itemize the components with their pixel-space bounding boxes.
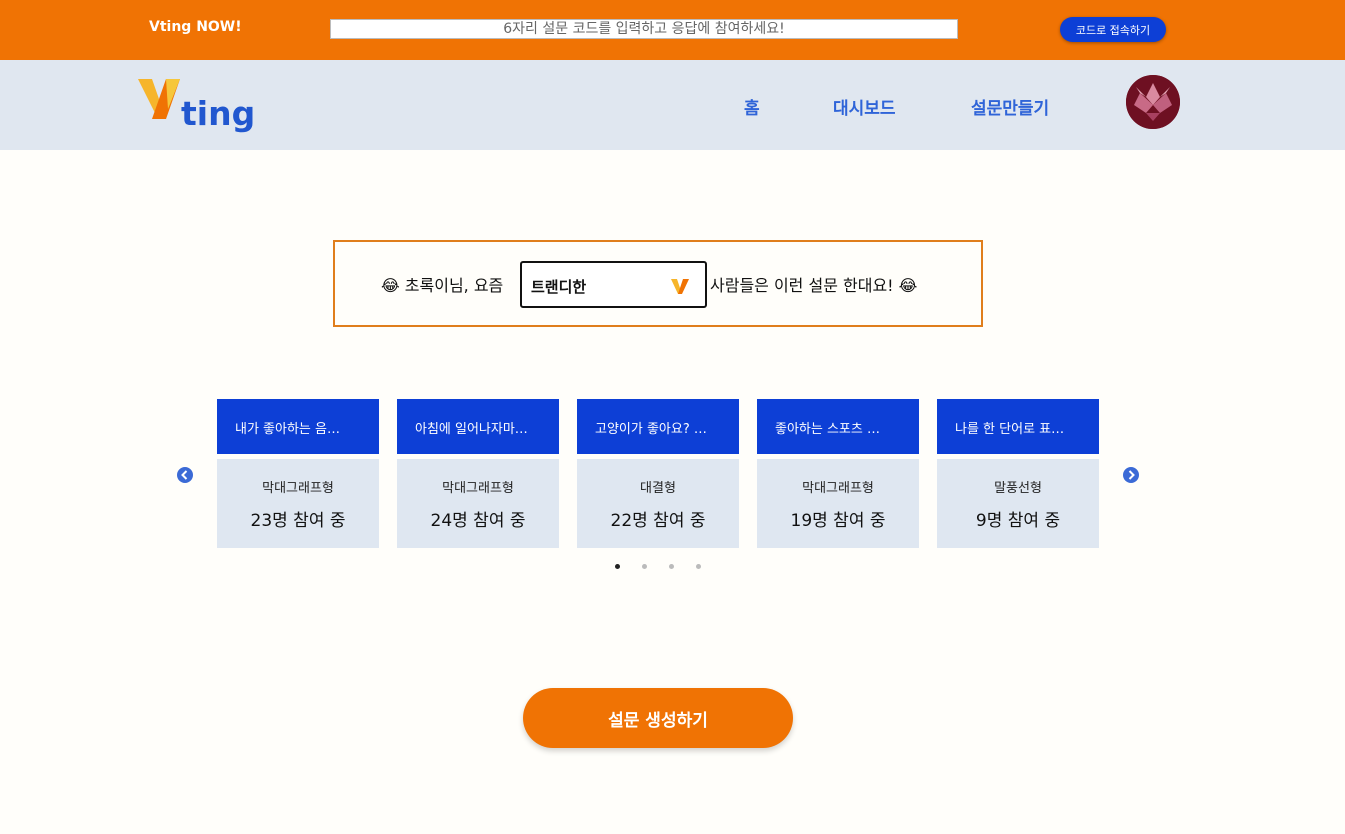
carousel-dot-2[interactable] [642, 564, 647, 569]
trend-prefix-text: 😂 초록이님, 요즘 [381, 276, 504, 295]
survey-card[interactable]: 좋아하는 스포츠 … 막대그래프형 19명 참여 중 [757, 399, 919, 548]
survey-card-body: 말풍선형 9명 참여 중 [937, 459, 1099, 548]
nav-dashboard[interactable]: 대시보드 [833, 94, 896, 119]
survey-card-title: 나를 한 단어로 표… [937, 399, 1099, 454]
survey-card[interactable]: 아침에 일어나자마… 막대그래프형 24명 참여 중 [397, 399, 559, 548]
user-avatar[interactable] [1126, 75, 1180, 129]
survey-card-participants: 19명 참여 중 [790, 511, 886, 531]
survey-card-type: 말풍선형 [994, 481, 1042, 496]
trend-suffix-text: 사람들은 이런 설문 한대요! 😂 [710, 276, 918, 295]
trend-selected-value: 트랜디한 [531, 278, 587, 296]
survey-card-title: 아침에 일어나자마… [397, 399, 559, 454]
survey-card[interactable]: 내가 좋아하는 음… 막대그래프형 23명 참여 중 [217, 399, 379, 548]
nav-create-survey[interactable]: 설문만들기 [971, 94, 1049, 119]
carousel-dot-4[interactable] [696, 564, 701, 569]
carousel-dot-3[interactable] [669, 564, 674, 569]
survey-card[interactable]: 고양이가 좋아요? … 대결형 22명 참여 중 [577, 399, 739, 548]
survey-card-title: 고양이가 좋아요? … [577, 399, 739, 454]
carousel-prev-button[interactable] [177, 467, 193, 483]
survey-card-body: 막대그래프형 23명 참여 중 [217, 459, 379, 548]
survey-card-body: 대결형 22명 참여 중 [577, 459, 739, 548]
survey-card-type: 막대그래프형 [802, 481, 874, 496]
survey-card-title: 내가 좋아하는 음… [217, 399, 379, 454]
main-navbar: ting 홈 대시보드 설문만들기 [0, 60, 1345, 150]
create-survey-button[interactable]: 설문 생성하기 [523, 688, 793, 748]
survey-card[interactable]: 나를 한 단어로 표… 말풍선형 9명 참여 중 [937, 399, 1099, 548]
svg-text:ting: ting [181, 94, 255, 133]
survey-card-participants: 23명 참여 중 [250, 511, 346, 531]
survey-card-participants: 22명 참여 중 [610, 511, 706, 531]
survey-card-participants: 24명 참여 중 [430, 511, 526, 531]
chevron-right-icon [1128, 470, 1135, 480]
nav-home[interactable]: 홈 [744, 94, 760, 119]
survey-card-participants: 9명 참여 중 [975, 511, 1061, 531]
join-by-code-button[interactable]: 코드로 접속하기 [1060, 17, 1166, 42]
carousel-next-button[interactable] [1123, 467, 1139, 483]
top-bar: Vting NOW! 코드로 접속하기 [0, 0, 1345, 60]
survey-card-type: 대결형 [640, 481, 676, 496]
trend-banner: 😂 초록이님, 요즘 트랜디한 사람들은 이런 설문 한대요! 😂 [333, 240, 983, 327]
avatar-image-icon [1126, 75, 1180, 129]
chevron-left-icon [181, 470, 188, 480]
survey-card-body: 막대그래프형 24명 참여 중 [397, 459, 559, 548]
carousel-dot-1[interactable] [615, 564, 620, 569]
survey-card-type: 막대그래프형 [442, 481, 514, 496]
trend-category-select[interactable]: 트랜디한 [520, 261, 707, 308]
vting-logo[interactable]: ting [136, 73, 256, 133]
vting-logo-icon: ting [138, 79, 255, 133]
survey-card-body: 막대그래프형 19명 참여 중 [757, 459, 919, 548]
survey-code-input[interactable] [330, 19, 958, 39]
survey-card-title: 좋아하는 스포츠 … [757, 399, 919, 454]
survey-card-type: 막대그래프형 [262, 481, 334, 496]
vting-now-label: Vting NOW! [149, 19, 242, 35]
v-dropdown-arrow-icon [671, 279, 689, 294]
